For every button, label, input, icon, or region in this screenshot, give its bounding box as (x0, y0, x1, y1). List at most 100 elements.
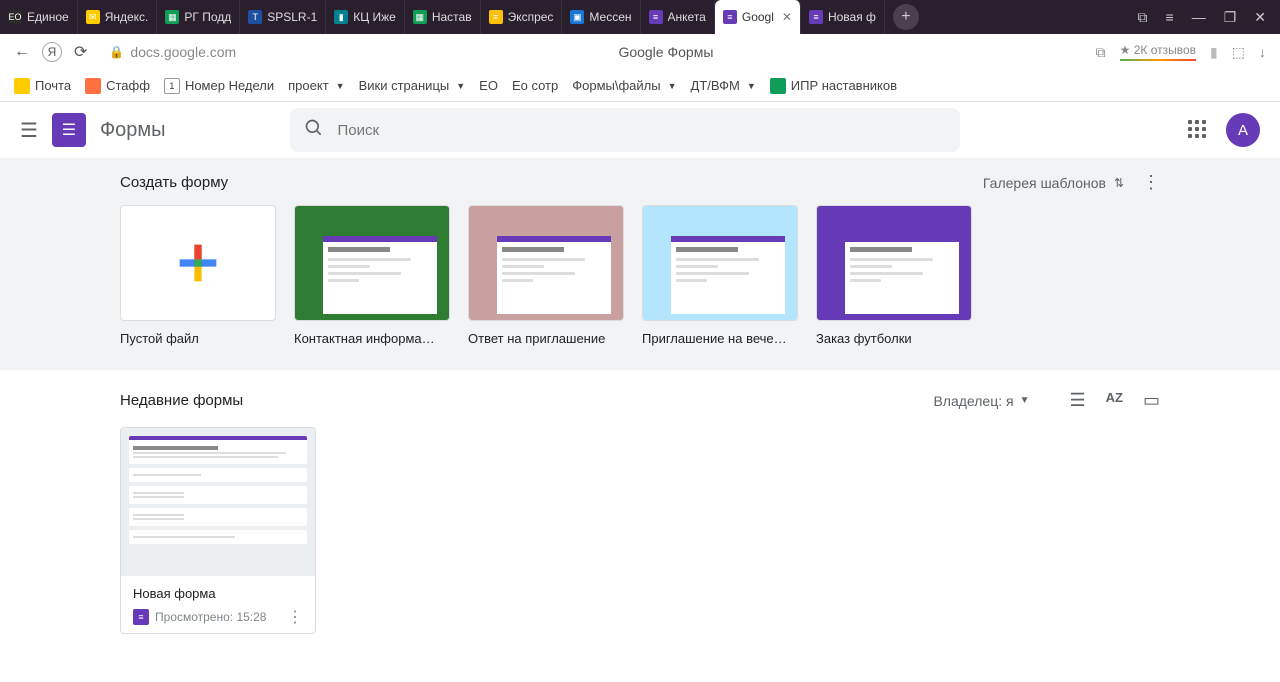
url-box[interactable]: 🔒 docs.google.com (109, 44, 236, 60)
template-name: Ответ на приглашение (468, 331, 624, 346)
template-gallery-button[interactable]: Галерея шаблонов ⇅ (983, 175, 1124, 191)
browser-tab[interactable]: ▦РГ Подд (157, 0, 240, 34)
browser-tab[interactable]: ▦ Настав (405, 0, 481, 34)
extensions-icon[interactable]: ⬚ (1232, 44, 1245, 61)
tab-favicon: ≡ (809, 10, 823, 24)
browser-tab[interactable]: TSPSLR-1 (240, 0, 326, 34)
unfold-icon: ⇅ (1114, 176, 1124, 190)
template-card[interactable]: Пустой файл (120, 205, 276, 346)
tab-label: Мессен (589, 10, 631, 24)
template-name: Пустой файл (120, 331, 276, 346)
caret-down-icon: ▼ (456, 81, 465, 91)
bookmark-item[interactable]: Ео сотр (512, 78, 558, 93)
window-menu-icon[interactable]: ≡ (1166, 9, 1174, 25)
bookmark-item[interactable]: Формы\файлы▼ (572, 78, 676, 93)
bookmark-item[interactable]: ИПР наставников (770, 78, 897, 94)
bookmark-item[interactable]: Почта (14, 78, 71, 94)
tab-favicon: ✉ (86, 10, 100, 24)
owner-filter[interactable]: Владелец: я ▼ (933, 393, 1029, 409)
template-gallery-label: Галерея шаблонов (983, 175, 1106, 191)
tab-favicon: ▦ (165, 10, 179, 24)
app-header: ☰ ☰ Формы А (0, 102, 1280, 158)
template-thumb-form (323, 236, 437, 314)
bookmark-item[interactable]: ДТ/ВФМ ▼ (691, 78, 756, 93)
browser-tab[interactable]: ≡Googl✕ (715, 0, 801, 34)
page-title: Google Формы (248, 44, 1083, 60)
browser-tab[interactable]: ≡ Новая ф (801, 0, 885, 34)
search-input[interactable] (338, 122, 946, 139)
bookmark-icon: 1 (164, 78, 180, 94)
window-close-icon[interactable]: ✕ (1254, 9, 1266, 26)
browser-tab[interactable]: ▣Мессен (562, 0, 640, 34)
search-box[interactable] (290, 108, 960, 152)
yandex-icon[interactable]: Я (42, 42, 62, 62)
recent-more-icon[interactable]: ⋮ (287, 607, 303, 627)
bookmark-item[interactable]: Стафф (85, 78, 150, 94)
caret-down-icon: ▼ (336, 81, 345, 91)
tab-favicon: ▦ (413, 10, 427, 24)
list-view-icon[interactable]: ☰ (1070, 390, 1086, 411)
bookmark-icon[interactable]: ▮ (1210, 44, 1218, 61)
template-name: Приглашение на вече… (642, 331, 798, 346)
browser-tab[interactable]: ≡ Экспрес (481, 0, 563, 34)
bookmark-item[interactable]: 1 Номер Недели (164, 78, 274, 94)
tab-label: Анкета (668, 10, 706, 24)
tab-label: Единое (27, 10, 69, 24)
bookmark-icon (14, 78, 30, 94)
template-card[interactable]: Ответ на приглашение (468, 205, 624, 346)
bookmark-item[interactable]: Вики страницы▼ (359, 78, 466, 93)
recent-grid: Новая форма ≡ Просмотрено: 15:28 ⋮ (120, 427, 1160, 634)
copy-icon[interactable]: ⧉ (1096, 44, 1106, 61)
template-card[interactable]: Заказ футболки (816, 205, 972, 346)
templates-more-icon[interactable]: ⋮ (1142, 172, 1160, 193)
tab-label: Экспрес (508, 10, 554, 24)
tab-label: Новая ф (828, 10, 876, 24)
folder-icon[interactable]: ▭ (1143, 390, 1160, 411)
reviews-badge[interactable]: ★ 2К отзывов (1120, 43, 1196, 61)
template-thumb (468, 205, 624, 321)
apps-grid-icon[interactable] (1188, 120, 1208, 140)
bookmark-label: Ео сотр (512, 78, 558, 93)
caret-down-icon: ▼ (1020, 395, 1030, 406)
bookmark-label: Номер Недели (185, 78, 274, 93)
menu-icon[interactable]: ☰ (20, 118, 38, 143)
window-copy-icon[interactable]: ⧉ (1138, 9, 1148, 26)
bookmark-label: ИПР наставников (791, 78, 897, 93)
recent-section: Недавние формы Владелец: я ▼ ☰ AZ ▭ Нова… (120, 370, 1160, 634)
window-min-icon[interactable]: — (1192, 9, 1206, 25)
url-text: docs.google.com (130, 44, 236, 60)
template-thumb (816, 205, 972, 321)
bookmark-label: ДТ/ВФМ (691, 78, 740, 93)
tab-label: Настав (432, 10, 472, 24)
recent-heading: Недавние формы (120, 392, 243, 409)
browser-tab[interactable]: ЕО Единое (0, 0, 78, 34)
avatar[interactable]: А (1226, 113, 1260, 147)
template-card[interactable]: Приглашение на вече… (642, 205, 798, 346)
tab-label: Яндекс. (105, 10, 149, 24)
tab-favicon: ≡ (723, 10, 737, 24)
template-name: Заказ футболки (816, 331, 972, 346)
back-icon[interactable]: ← (14, 43, 30, 61)
recent-subtitle: Просмотрено: 15:28 (155, 610, 266, 624)
sort-az-icon[interactable]: AZ (1106, 390, 1123, 411)
template-card[interactable]: Контактная информа… (294, 205, 450, 346)
bookmark-item[interactable]: ЕО (479, 78, 498, 93)
tab-favicon: ЕО (8, 10, 22, 24)
bookmark-item[interactable]: проект▼ (288, 78, 344, 93)
downloads-icon[interactable]: ↓ (1259, 44, 1266, 60)
bookmark-icon (770, 78, 786, 94)
reload-icon[interactable]: ⟳ (74, 42, 87, 62)
window-max-icon[interactable]: ❐ (1224, 9, 1237, 26)
tab-close-icon[interactable]: ✕ (782, 10, 792, 24)
new-tab-button[interactable]: + (893, 4, 919, 30)
address-bar: ← Я ⟳ 🔒 docs.google.com Google Формы ⧉ ★… (0, 34, 1280, 70)
browser-tab[interactable]: ▮КЦ Иже (326, 0, 405, 34)
tab-favicon: ≡ (489, 10, 503, 24)
lock-icon: 🔒 (109, 45, 124, 59)
recent-card[interactable]: Новая форма ≡ Просмотрено: 15:28 ⋮ (120, 427, 316, 634)
templates-section: Создать форму Галерея шаблонов ⇅ ⋮ Пусто… (0, 158, 1280, 370)
browser-tab[interactable]: ✉ Яндекс. (78, 0, 158, 34)
browser-tab[interactable]: ≡Анкета (641, 0, 715, 34)
caret-down-icon: ▼ (747, 81, 756, 91)
recent-title: Новая форма (133, 586, 303, 601)
